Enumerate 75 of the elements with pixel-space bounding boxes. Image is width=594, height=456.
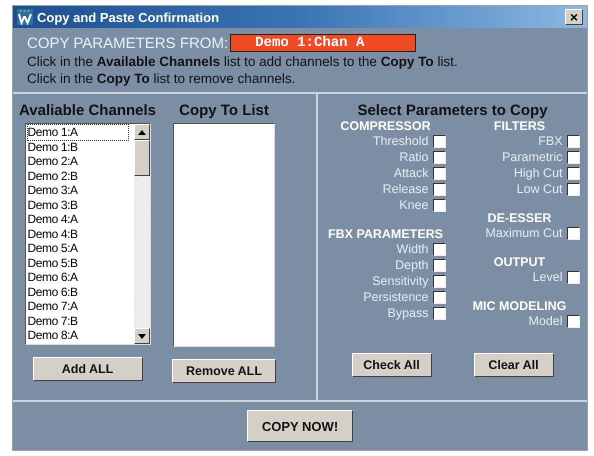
parameter-label: Attack: [394, 166, 428, 180]
scrollbar-thumb[interactable]: [134, 140, 150, 176]
channel-item[interactable]: Demo 2:B: [28, 168, 128, 183]
parameter-label: Ratio: [399, 150, 428, 164]
channel-item[interactable]: Demo 8:A: [28, 328, 128, 342]
app-logo-icon: [17, 9, 33, 25]
parameter-label: Low Cut: [516, 182, 562, 196]
down-arrow-icon[interactable]: [138, 334, 146, 338]
parameter-label: Maximum Cut: [485, 226, 562, 240]
section-heading: Select Parameters to Copy: [357, 102, 548, 119]
group-heading: FBX PARAMETERS: [328, 227, 444, 241]
checkbox[interactable]: [432, 166, 446, 180]
group-heading: COMPRESSOR: [340, 119, 431, 133]
parameter-label: Model: [528, 314, 562, 328]
channel-item[interactable]: Demo 7:B: [28, 314, 128, 328]
checkbox[interactable]: [566, 314, 580, 328]
checkbox[interactable]: [566, 150, 580, 164]
group-heading: FILTERS: [494, 119, 546, 133]
channel-item[interactable]: Demo 5:A: [28, 241, 128, 256]
checkbox[interactable]: [432, 150, 446, 164]
checkbox[interactable]: [432, 258, 446, 272]
source-channel-field: Demo 1:Chan A: [230, 34, 416, 52]
checkbox[interactable]: [432, 306, 446, 320]
checkbox[interactable]: [432, 274, 446, 288]
checkbox[interactable]: [432, 242, 446, 256]
checkbox[interactable]: [432, 290, 446, 304]
parameter-label: Sensitivity: [372, 274, 428, 288]
copy-now-button[interactable]: COPY NOW!: [247, 410, 353, 442]
list-heading: Avaliable Channels: [19, 102, 156, 119]
channel-item[interactable]: Demo 1:B: [28, 140, 128, 154]
parameter-label: Persistence: [363, 290, 428, 304]
checkbox[interactable]: [432, 198, 446, 212]
instruction-text: Click in the Available Channels list to add channels to the Copy To list.: [27, 54, 459, 69]
parameter-label: Release: [382, 182, 428, 196]
channel-item[interactable]: Demo 4:B: [28, 226, 128, 241]
channel-item[interactable]: Demo 1:A: [28, 125, 128, 140]
remove-all-button[interactable]: Remove ALL: [172, 359, 276, 383]
add-all-button[interactable]: Add ALL: [32, 357, 142, 381]
channel-item[interactable]: Demo 6:B: [28, 284, 128, 299]
parameter-label: Width: [396, 242, 428, 256]
channel-item[interactable]: Demo 2:A: [28, 154, 128, 168]
channel-item[interactable]: Demo 5:B: [28, 256, 128, 270]
channel-item[interactable]: Demo 6:A: [28, 270, 128, 284]
parameter-label: High Cut: [514, 166, 562, 180]
checkbox[interactable]: [432, 182, 446, 196]
list-heading: Copy To List: [179, 102, 269, 119]
checkbox[interactable]: [566, 270, 580, 284]
channel-item[interactable]: Demo 3:B: [28, 198, 128, 212]
check-all-button[interactable]: Check All: [352, 353, 432, 377]
parameter-label: Level: [532, 270, 562, 284]
checkbox[interactable]: [566, 166, 580, 180]
close-button[interactable]: ×: [565, 9, 583, 25]
parameter-label: Threshold: [372, 134, 428, 148]
parameter-label: Knee: [399, 198, 428, 212]
instruction-text: Click in the Copy To list to remove channels.: [27, 71, 296, 86]
parameter-label: Parametric: [502, 150, 562, 164]
parameter-label: FBX: [538, 134, 562, 148]
parameter-label: Bypass: [388, 306, 428, 320]
group-heading: DE-ESSER: [488, 211, 552, 225]
parameter-label: Depth: [395, 258, 428, 272]
channel-item[interactable]: Demo 4:A: [28, 212, 128, 226]
checkbox[interactable]: [432, 134, 446, 148]
checkbox[interactable]: [566, 134, 580, 148]
up-arrow-icon[interactable]: [138, 130, 146, 134]
clear-all-button[interactable]: Clear All: [474, 353, 554, 377]
group-heading: OUTPUT: [494, 255, 546, 269]
channel-item[interactable]: Demo 7:A: [28, 299, 128, 314]
checkbox[interactable]: [566, 226, 580, 240]
checkbox[interactable]: [566, 182, 580, 196]
available-channels-list[interactable]: Demo 1:A Demo 1:B Demo 2:A Demo 2:B Demo 3:A Demo 3:B Demo 4:A Demo 4:B Demo 5:A Demo 5:B Demo 6:A Demo 6:B Demo 7:A Demo 7:B Demo 8:A: [24, 123, 150, 345]
group-heading: MIC MODELING: [472, 299, 566, 313]
copy-from-label: COPY PARAMETERS FROM:: [27, 34, 228, 52]
scrollbar[interactable]: [134, 124, 150, 344]
window-title: Copy and Paste Confirmation: [37, 10, 220, 24]
channel-item[interactable]: Demo 3:A: [28, 183, 128, 198]
